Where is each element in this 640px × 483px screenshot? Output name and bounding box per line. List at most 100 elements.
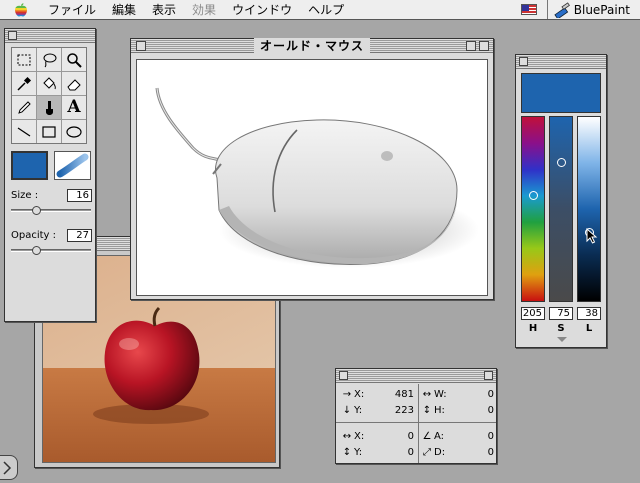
color-mode-dropdown-icon[interactable] xyxy=(557,337,567,342)
line-icon xyxy=(17,127,31,136)
close-box[interactable] xyxy=(519,57,528,66)
marquee-select-icon xyxy=(17,54,31,65)
bluepaint-app-icon[interactable] xyxy=(554,1,570,18)
vertical-arrows-icon: ↕ xyxy=(342,446,352,458)
info-divider-horizontal xyxy=(336,422,496,423)
lasso-icon xyxy=(43,53,57,67)
zoom-tool[interactable] xyxy=(62,48,86,71)
size-input[interactable]: 16 xyxy=(67,189,92,202)
eraser-tool[interactable] xyxy=(62,72,86,95)
menubar-divider xyxy=(546,0,548,19)
lightness-label: L xyxy=(585,323,593,334)
delta-y-readout: ↕ Y: 0 xyxy=(340,445,418,459)
mouse-painting-canvas[interactable] xyxy=(136,59,488,296)
mouse-cursor-icon xyxy=(586,228,598,244)
size-label: Size : xyxy=(11,190,39,201)
paint-bucket-tool[interactable] xyxy=(37,72,61,95)
rectangle-icon xyxy=(42,125,56,138)
diagonal-arrows-icon: ⤢ xyxy=(423,446,431,458)
distance-readout: ⤢ D: 0 xyxy=(420,445,498,459)
eyedropper-tool[interactable] xyxy=(12,72,36,95)
control-strip-tab[interactable] xyxy=(0,455,18,480)
width-readout: ↔ W: 0 xyxy=(420,387,498,401)
menu-edit[interactable]: 編集 xyxy=(104,0,144,20)
menu-window[interactable]: ウインドウ xyxy=(224,0,300,20)
application-menu-name[interactable]: BluePaint xyxy=(574,3,630,17)
width-arrows-icon: ↔ xyxy=(422,388,432,400)
apple-menu-icon[interactable] xyxy=(12,2,30,17)
menu-effects[interactable]: 効果 xyxy=(184,0,224,20)
hue-label: H xyxy=(528,323,538,334)
height-arrows-icon: ↕ xyxy=(422,404,432,416)
angle-readout: ∠ A: 0 xyxy=(420,429,498,443)
marquee-select-tool[interactable] xyxy=(12,48,36,71)
brush-icon xyxy=(46,100,53,115)
close-box[interactable] xyxy=(8,31,17,40)
close-box[interactable] xyxy=(136,41,146,51)
angle-icon: ∠ xyxy=(422,430,432,442)
pencil-tool[interactable] xyxy=(12,96,36,119)
eraser-icon xyxy=(67,78,81,90)
hue-value-field[interactable]: 205 xyxy=(521,307,545,320)
color-picker-titlebar[interactable] xyxy=(516,55,606,69)
mouse-painting xyxy=(155,87,479,268)
mouse-image-window[interactable]: オールド・マウス xyxy=(130,38,494,300)
eyedropper-icon xyxy=(17,76,32,91)
size-slider[interactable] xyxy=(11,206,91,215)
tool-grid: A xyxy=(11,47,87,144)
opacity-input[interactable]: 27 xyxy=(67,229,92,242)
paint-bucket-icon xyxy=(43,76,56,89)
zoom-icon xyxy=(67,52,82,68)
menu-bar: ファイル 編集 表示 効果 ウインドウ ヘルプ BluePaint xyxy=(0,0,640,20)
brush-stroke-preview xyxy=(56,153,89,178)
color-picker-palette[interactable]: 205 75 38 H S L xyxy=(515,54,607,348)
hue-slider[interactable] xyxy=(521,116,545,302)
collapse-box[interactable] xyxy=(479,41,489,51)
mouse-window-titlebar[interactable]: オールド・マウス xyxy=(131,38,493,54)
saturation-slider[interactable] xyxy=(549,116,573,302)
hue-slider-marker[interactable] xyxy=(529,191,538,200)
ellipse-tool[interactable] xyxy=(62,120,86,143)
pencil-icon xyxy=(18,100,31,114)
opacity-slider-thumb[interactable] xyxy=(32,246,42,255)
text-icon: A xyxy=(67,97,81,117)
brush-tool[interactable] xyxy=(37,96,61,119)
height-readout: ↕ H: 0 xyxy=(420,403,498,417)
delta-x-readout: ↔ X: 0 xyxy=(340,429,418,443)
saturation-label: S xyxy=(557,323,565,334)
cursor-x-readout: → X: 481 xyxy=(340,387,418,401)
brush-preview[interactable] xyxy=(54,151,91,180)
saturation-slider-marker[interactable] xyxy=(557,158,566,167)
ellipse-icon xyxy=(66,125,82,138)
horizontal-arrows-icon: ↔ xyxy=(342,430,352,442)
info-palette-titlebar[interactable] xyxy=(336,369,496,383)
text-tool[interactable]: A xyxy=(62,96,86,119)
lasso-tool[interactable] xyxy=(37,48,61,71)
cursor-y-readout: ↓ Y: 223 xyxy=(340,403,418,417)
opacity-label: Opacity : xyxy=(11,230,57,241)
arrow-down-icon: ↓ xyxy=(342,404,352,416)
menu-file[interactable]: ファイル xyxy=(40,0,104,20)
zoom-box[interactable] xyxy=(466,41,476,51)
control-strip-icon xyxy=(3,461,12,475)
info-divider-vertical xyxy=(418,384,419,463)
menu-help[interactable]: ヘルプ xyxy=(300,0,352,20)
info-palette[interactable]: → X: 481 ↓ Y: 223 ↔ W: 0 ↕ H: 0 ↔ X: 0 ↕… xyxy=(335,368,497,464)
rectangle-tool[interactable] xyxy=(37,120,61,143)
lightness-value-field[interactable]: 38 xyxy=(577,307,601,320)
color-preview-swatch xyxy=(521,73,601,113)
window-title: オールド・マウス xyxy=(253,38,371,54)
lightness-slider[interactable] xyxy=(577,116,601,302)
tools-palette[interactable]: A Size : 16 Opacity : 27 xyxy=(4,28,96,322)
collapse-box[interactable] xyxy=(484,371,493,380)
saturation-value-field[interactable]: 75 xyxy=(549,307,573,320)
tools-palette-titlebar[interactable] xyxy=(5,29,95,43)
line-tool[interactable] xyxy=(12,120,36,143)
close-box[interactable] xyxy=(339,371,348,380)
opacity-slider[interactable] xyxy=(11,246,91,255)
arrow-right-icon: → xyxy=(342,388,352,400)
size-slider-thumb[interactable] xyxy=(32,206,42,215)
keyboard-layout-flag-icon[interactable] xyxy=(520,4,537,15)
menu-view[interactable]: 表示 xyxy=(144,0,184,20)
current-color-swatch[interactable] xyxy=(11,151,48,180)
